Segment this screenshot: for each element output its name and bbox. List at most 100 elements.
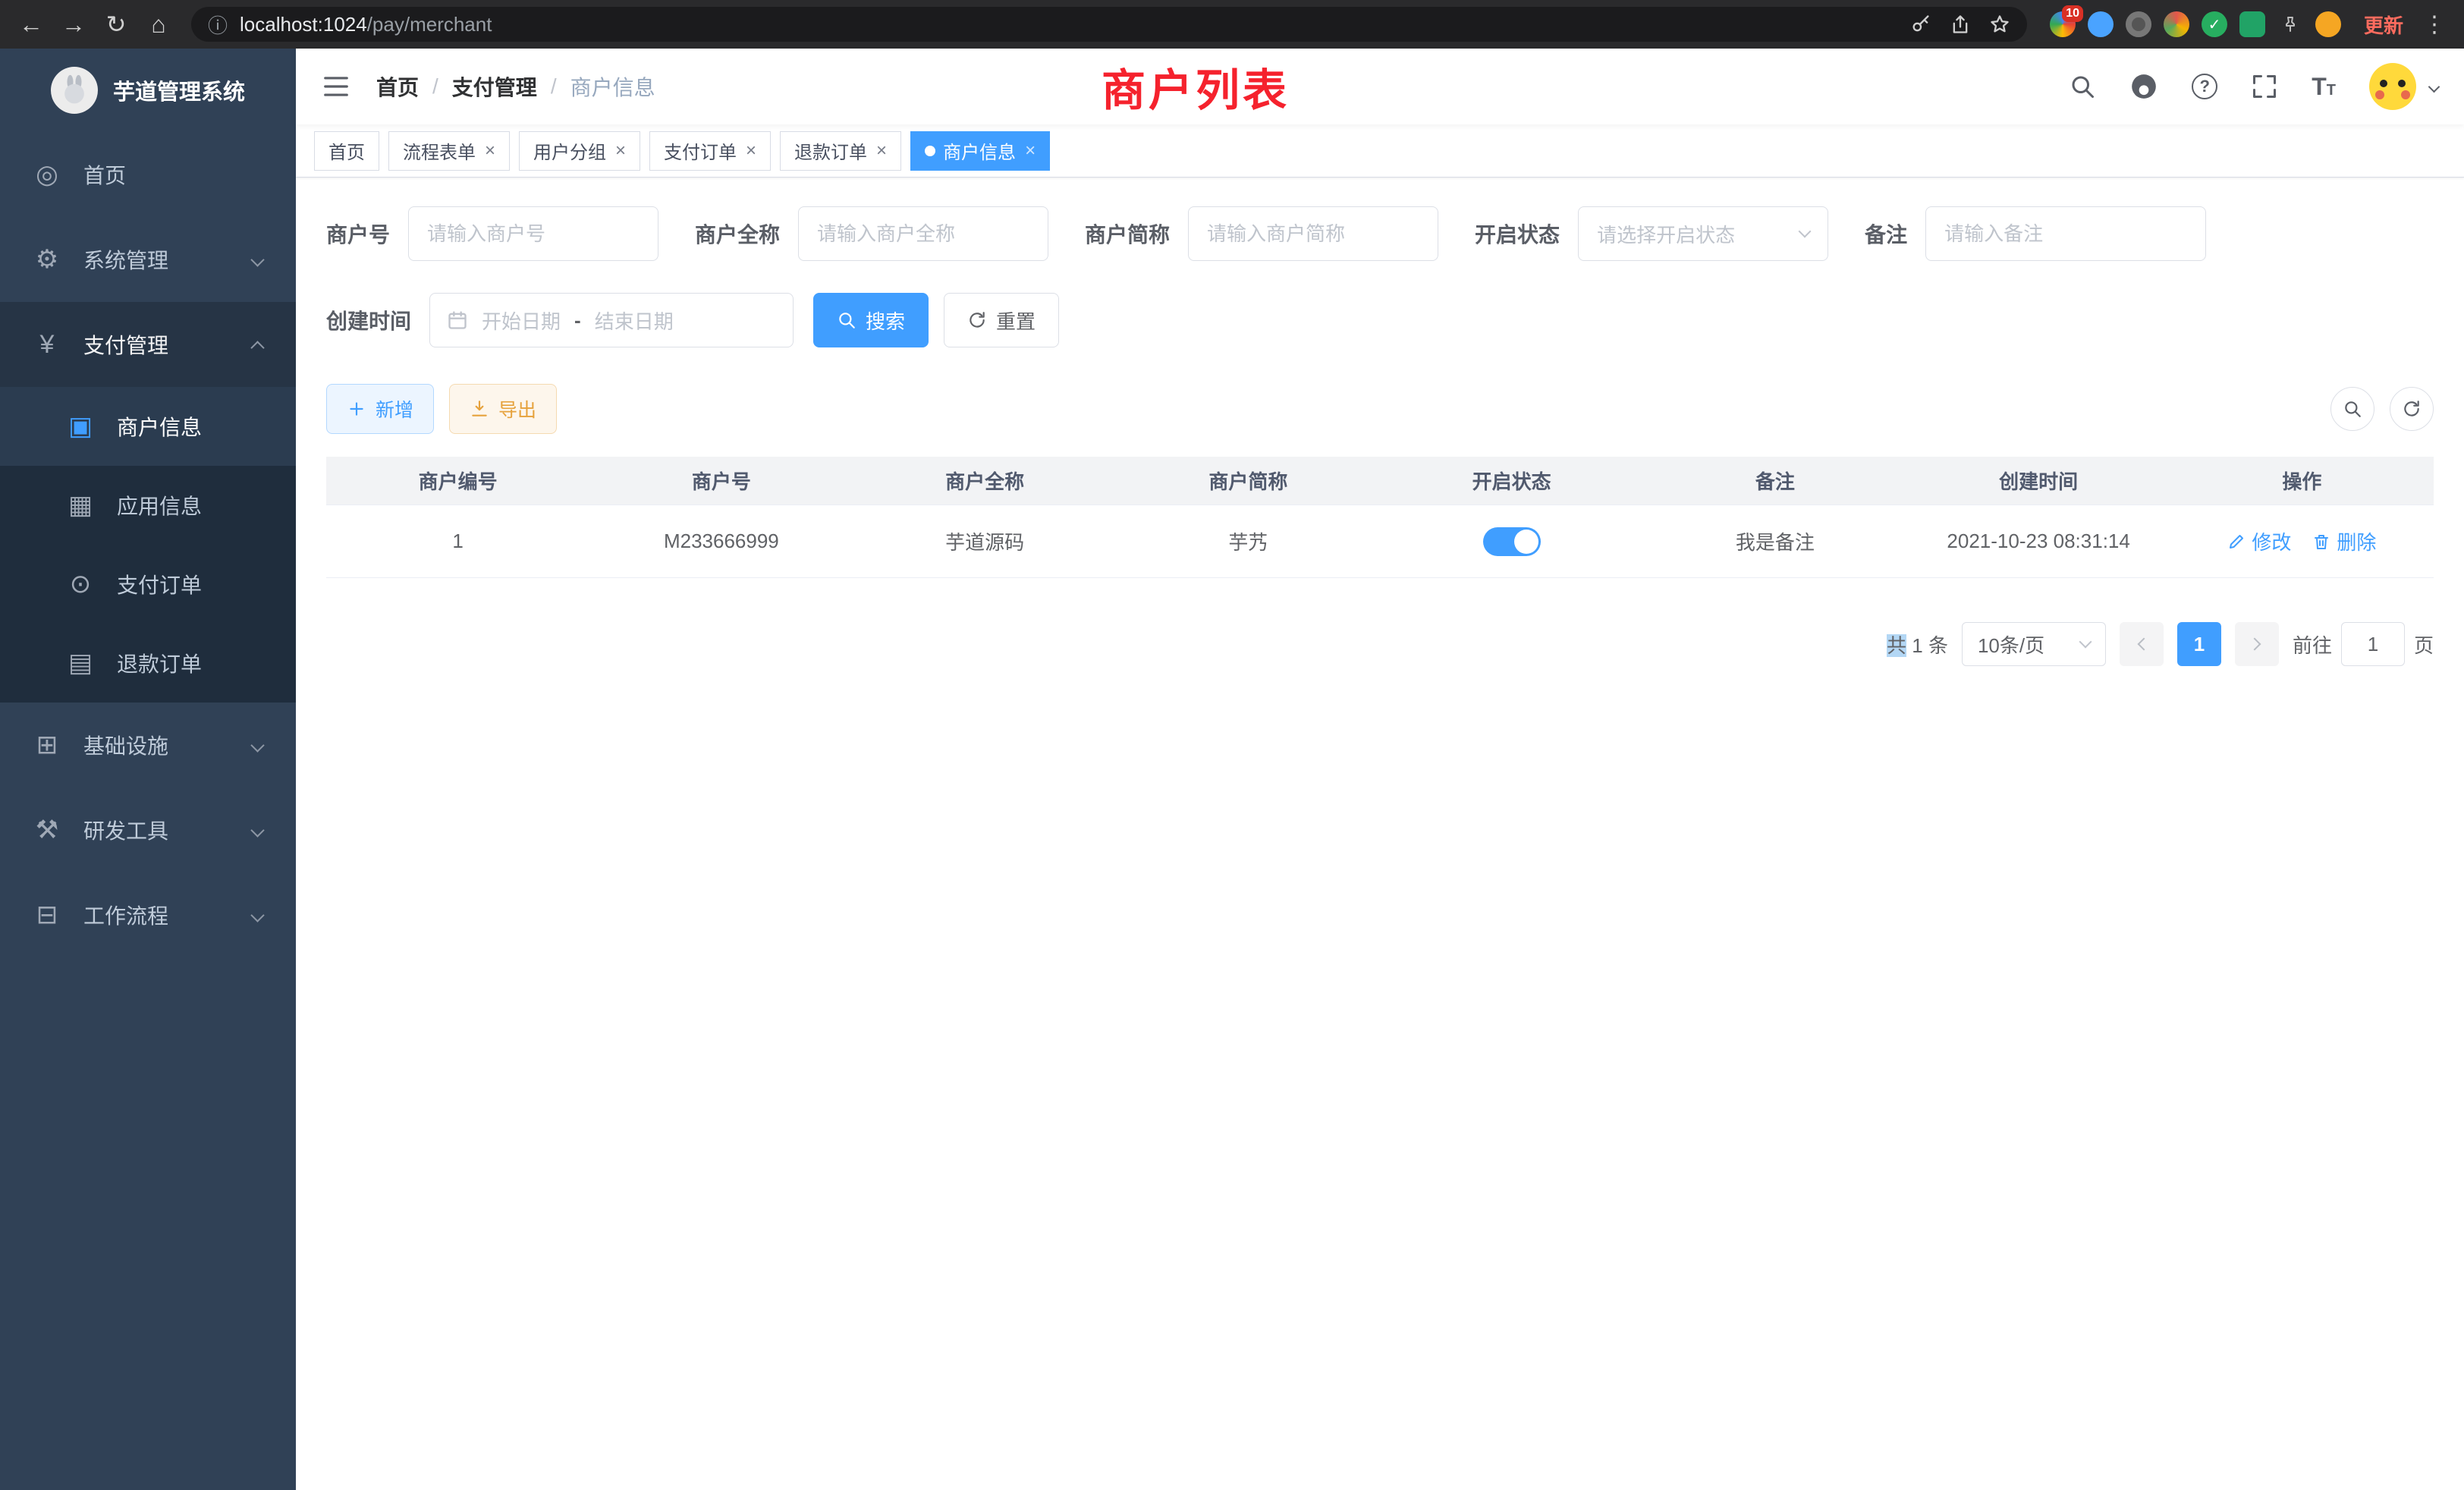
browser-back-button[interactable]: ←: [12, 5, 50, 43]
close-icon[interactable]: ×: [1025, 142, 1036, 160]
yen-icon: ¥: [32, 330, 62, 360]
github-icon[interactable]: [2129, 72, 2158, 101]
tab-pay-order[interactable]: 支付订单×: [649, 131, 771, 171]
cell-full-name: 芋道源码: [853, 527, 1117, 555]
avatar-caret-icon[interactable]: [2428, 80, 2440, 93]
site-info-icon[interactable]: ⓘ: [208, 11, 228, 39]
table-row: 1 M233666999 芋道源码 芋艿 我是备注 2021-10-23 08:…: [326, 505, 2434, 578]
pagination-total: 共 1 条: [1887, 630, 1948, 659]
extension-icon[interactable]: [2239, 11, 2265, 37]
close-icon[interactable]: ×: [746, 142, 756, 160]
top-navbar: 首页 / 支付管理 / 商户信息 商户列表 ? TT: [296, 49, 2464, 124]
sidebar-item-workflow[interactable]: ⊟ 工作流程: [0, 872, 296, 957]
tab-home[interactable]: 首页: [314, 131, 379, 171]
sidebar-item-pay-order[interactable]: ⊙ 支付订单: [0, 545, 296, 624]
remark-label: 备注: [1865, 218, 1907, 249]
sidebar-item-system[interactable]: ⚙ 系统管理: [0, 217, 296, 302]
extension-icon[interactable]: [2126, 11, 2151, 37]
active-dot: [925, 146, 935, 156]
chevron-down-icon: [1799, 225, 1812, 238]
prev-page-button[interactable]: [2120, 622, 2164, 666]
refresh-table-button[interactable]: [2390, 387, 2434, 431]
fullscreen-icon[interactable]: [2251, 73, 2278, 100]
help-icon[interactable]: ?: [2192, 74, 2217, 99]
reset-button[interactable]: 重置: [944, 293, 1059, 347]
short-name-label: 商户简称: [1085, 218, 1170, 249]
font-size-icon[interactable]: TT: [2312, 73, 2336, 101]
share-icon[interactable]: [1950, 14, 1971, 35]
sidebar-item-home[interactable]: ◎ 首页: [0, 132, 296, 217]
sidebar-item-devtools[interactable]: ⚒ 研发工具: [0, 787, 296, 872]
status-label: 开启状态: [1475, 218, 1560, 249]
merchant-no-input[interactable]: [408, 206, 658, 261]
sidebar-item-merchant-info[interactable]: ▣ 商户信息: [0, 387, 296, 466]
password-key-icon[interactable]: [1910, 14, 1931, 35]
status-select[interactable]: 请选择开启状态: [1578, 206, 1828, 261]
sidebar-item-app-info[interactable]: ▦ 应用信息: [0, 466, 296, 545]
goto-page-input[interactable]: [2341, 622, 2405, 666]
create-time-label: 创建时间: [326, 305, 411, 335]
toggle-search-button[interactable]: [2330, 387, 2374, 431]
chevron-down-icon: [2079, 636, 2092, 649]
tab-refund-order[interactable]: 退款订单×: [780, 131, 901, 171]
full-name-input[interactable]: [798, 206, 1048, 261]
bookmark-star-icon[interactable]: [1989, 14, 2010, 35]
tab-process-form[interactable]: 流程表单×: [388, 131, 510, 171]
cell-short-name: 芋艿: [1117, 527, 1380, 555]
extension-icon[interactable]: [2088, 11, 2114, 37]
breadcrumb-current: 商户信息: [570, 71, 655, 102]
search-button[interactable]: 搜索: [813, 293, 929, 347]
edit-button[interactable]: 修改: [2227, 527, 2291, 555]
chevron-up-icon: [250, 341, 264, 354]
header-search-icon[interactable]: [2069, 73, 2096, 100]
merchant-no-label: 商户号: [326, 218, 390, 249]
page-1-button[interactable]: 1: [2177, 622, 2221, 666]
short-name-input[interactable]: [1188, 206, 1438, 261]
extensions-pin-icon[interactable]: [2277, 11, 2303, 37]
goto-label: 前往: [2293, 630, 2332, 659]
navbar-actions: ? TT: [2069, 63, 2438, 110]
browser-toolbar: ← → ↻ ⌂ ⓘ localhost:1024/pay/merchant 10…: [0, 0, 2464, 49]
refund-doc-icon: ▤: [65, 648, 96, 678]
url-bar[interactable]: ⓘ localhost:1024/pay/merchant: [191, 7, 2027, 42]
page-size-select[interactable]: 10条/页: [1962, 622, 2106, 666]
extension-icon[interactable]: ✓: [2202, 11, 2227, 37]
table-header: 商户编号 商户号 商户全称 商户简称 开启状态 备注 创建时间 操作: [326, 457, 2434, 505]
sidebar-item-infrastructure[interactable]: ⊞ 基础设施: [0, 703, 296, 787]
browser-update-button[interactable]: 更新: [2364, 11, 2403, 39]
browser-home-button[interactable]: ⌂: [140, 5, 178, 43]
cell-remark: 我是备注: [1643, 527, 1906, 555]
export-button[interactable]: 导出: [449, 384, 557, 434]
browser-menu-icon[interactable]: ⋮: [2417, 11, 2452, 38]
calendar-icon: [447, 310, 468, 331]
chevron-down-icon: [250, 908, 264, 922]
extension-icon[interactable]: 10: [2050, 11, 2076, 37]
breadcrumb-payment[interactable]: 支付管理: [452, 71, 537, 102]
delete-button[interactable]: 删除: [2312, 527, 2376, 555]
close-icon[interactable]: ×: [615, 142, 626, 160]
browser-forward-button[interactable]: →: [55, 5, 93, 43]
tab-merchant-info[interactable]: 商户信息×: [910, 131, 1050, 171]
next-page-button[interactable]: [2235, 622, 2279, 666]
sidebar-toggle-icon[interactable]: [322, 72, 350, 101]
tags-view: 首页 流程表单× 用户分组× 支付订单× 退款订单× 商户信息×: [296, 124, 2464, 178]
close-icon[interactable]: ×: [485, 142, 495, 160]
sidebar-item-payment[interactable]: ¥ 支付管理: [0, 302, 296, 387]
cell-id: 1: [326, 530, 589, 553]
annotation-title: 商户列表: [1102, 55, 1290, 118]
close-icon[interactable]: ×: [876, 142, 887, 160]
app-logo[interactable]: 芋道管理系统: [0, 49, 296, 132]
create-time-range-picker[interactable]: 开始日期 - 结束日期: [429, 293, 794, 347]
pay-order-icon: ⊙: [65, 569, 96, 599]
breadcrumb-home[interactable]: 首页: [376, 71, 419, 102]
tab-user-group[interactable]: 用户分组×: [519, 131, 640, 171]
sidebar: 芋道管理系统 ◎ 首页 ⚙ 系统管理 ¥ 支付管理 ▣ 商户信息: [0, 49, 296, 1490]
add-button[interactable]: 新增: [326, 384, 434, 434]
remark-input[interactable]: [1925, 206, 2206, 261]
browser-reload-button[interactable]: ↻: [97, 5, 135, 43]
profile-avatar[interactable]: [2315, 11, 2341, 37]
extension-icon[interactable]: [2164, 11, 2189, 37]
status-toggle[interactable]: [1483, 527, 1541, 556]
user-avatar[interactable]: [2369, 63, 2416, 110]
sidebar-item-refund-order[interactable]: ▤ 退款订单: [0, 624, 296, 703]
